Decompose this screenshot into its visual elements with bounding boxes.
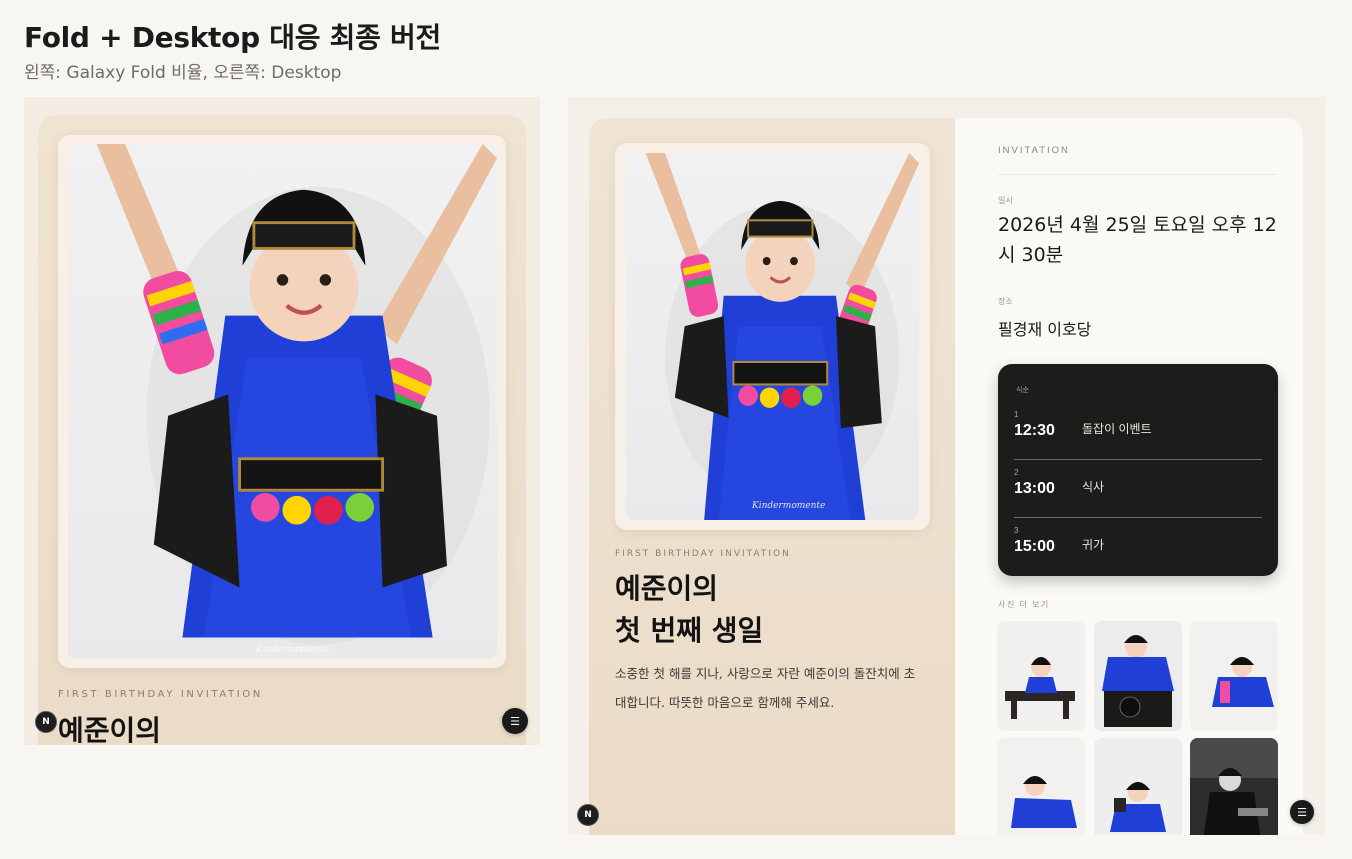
gallery-label: 사진 더 보기 <box>998 600 1050 609</box>
schedule-time: 12:30 <box>1014 422 1055 439</box>
schedule-row: 2 13:00 식사 <box>1014 466 1262 518</box>
gallery-thumbnail[interactable] <box>997 738 1085 835</box>
date-label: 일시 <box>998 196 1013 205</box>
invitation-name: 예준이의 <box>615 572 719 605</box>
schedule-index: 1 <box>1014 410 1019 419</box>
photo-watermark: Kindermomente <box>752 501 826 511</box>
photo-watermark: Kindermomente <box>256 645 330 655</box>
schedule-time: 13:00 <box>1014 480 1055 497</box>
schedule-row: 3 15:00 귀가 <box>1014 524 1262 564</box>
schedule-event: 돌잡이 이벤트 <box>1082 422 1152 436</box>
event-date: 2026년 4월 25일 토요일 오후 12시 30분 <box>998 214 1277 266</box>
details-eyebrow: INVITATION <box>998 145 1070 156</box>
invitation-name: 예준이의 <box>58 714 162 745</box>
desktop-preview: Kindermomente FIRST BIRTHDAY INVITATION … <box>568 97 1325 835</box>
schedule-card: 식순 1 12:30 돌잡이 이벤트 2 13:00 식사 3 15:00 귀가 <box>998 364 1278 576</box>
gallery-thumbnail[interactable] <box>1094 621 1182 731</box>
place-label: 장소 <box>998 297 1013 306</box>
schedule-index: 2 <box>1014 468 1019 477</box>
schedule-row: 1 12:30 돌잡이 이벤트 <box>1014 408 1262 460</box>
gallery-thumbnail[interactable] <box>997 621 1085 731</box>
schedule-event: 귀가 <box>1082 538 1105 552</box>
invitation-headline: 첫 번째 생일 <box>615 614 764 647</box>
gallery-thumbnail[interactable] <box>1190 621 1278 731</box>
schedule-label: 식순 <box>1016 387 1029 394</box>
divider <box>998 174 1276 175</box>
next-badge-icon[interactable]: N <box>35 711 57 733</box>
invitation-eyebrow: FIRST BIRTHDAY INVITATION <box>58 689 263 700</box>
menu-icon[interactable]: ☰ <box>1290 800 1314 824</box>
divider <box>1014 459 1262 460</box>
hero-photo <box>626 153 919 520</box>
hero-photo <box>68 144 497 659</box>
divider <box>1014 517 1262 518</box>
page-title: Fold + Desktop 대응 최종 버전 <box>24 21 441 54</box>
gallery-thumbnail[interactable] <box>1190 738 1278 835</box>
schedule-event: 식사 <box>1082 480 1105 494</box>
next-badge-icon[interactable]: N <box>577 804 599 826</box>
invitation-intro: 소중한 첫 해를 지나, 사랑으로 자란 예준이의 돌잔치에 초대합니다. 따뜻… <box>615 666 916 710</box>
schedule-time: 15:00 <box>1014 538 1055 555</box>
invitation-eyebrow: FIRST BIRTHDAY INVITATION <box>615 549 791 559</box>
event-place: 필경재 이호당 <box>998 320 1092 339</box>
schedule-index: 3 <box>1014 526 1019 535</box>
fold-preview: Kindermomente FIRST BIRTHDAY INVITATION … <box>24 97 540 745</box>
gallery-thumbnail[interactable] <box>1094 738 1182 835</box>
page-subtitle: 왼쪽: Galaxy Fold 비율, 오른쪽: Desktop <box>24 63 342 83</box>
menu-icon[interactable]: ☰ <box>502 708 528 734</box>
